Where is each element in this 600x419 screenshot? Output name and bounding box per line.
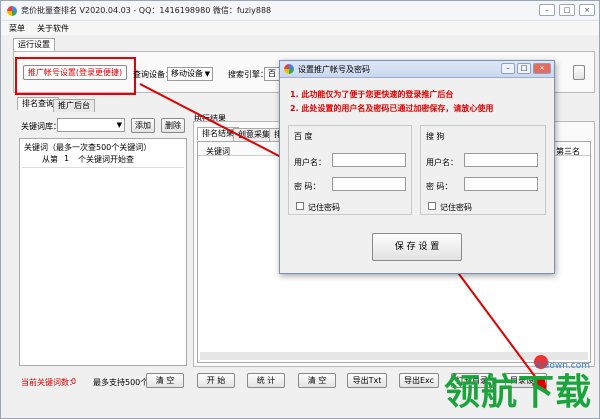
sogou-username-label: 用户名： (426, 158, 458, 167)
dialog-title-bar: 设置推广帐号及密码 – □ × (280, 61, 554, 78)
sogou-remember-label: 记住密码 (440, 203, 472, 212)
dialog-note-2: 2. 此处设置的用户名及密码已通过加密保存，请放心使用 (290, 104, 494, 113)
sogou-title: 搜 狗 (426, 132, 445, 141)
dialog-minimize-button[interactable]: – (501, 63, 515, 74)
app-logo-icon (284, 64, 294, 74)
watermark-text: 领航下载 (443, 372, 592, 413)
baidu-title: 百 度 (294, 132, 313, 141)
baidu-username-input[interactable] (332, 153, 406, 167)
account-settings-dialog: 设置推广帐号及密码 – □ × 1. 此功能仅为了便于您更快速的登录推广后台 2… (279, 60, 555, 274)
baidu-remember-checkbox[interactable] (296, 202, 304, 210)
save-settings-button[interactable]: 保 存 设 置 (372, 233, 462, 261)
dialog-close-button[interactable]: × (533, 63, 551, 74)
sogou-username-input[interactable] (464, 153, 538, 167)
dialog-maximize-button[interactable]: □ (517, 63, 531, 74)
sogou-password-label: 密 码： (426, 182, 453, 191)
sogou-password-input[interactable] (464, 177, 538, 191)
baidu-password-input[interactable] (332, 177, 406, 191)
baidu-username-label: 用户名： (294, 158, 326, 167)
sogou-remember-checkbox[interactable] (428, 202, 436, 210)
dialog-title: 设置推广帐号及密码 (298, 64, 370, 74)
baidu-password-label: 密 码： (294, 182, 321, 191)
dialog-note-1: 1. 此功能仅为了便于您更快速的登录推广后台 (290, 90, 454, 99)
baidu-remember-label: 记住密码 (308, 203, 340, 212)
